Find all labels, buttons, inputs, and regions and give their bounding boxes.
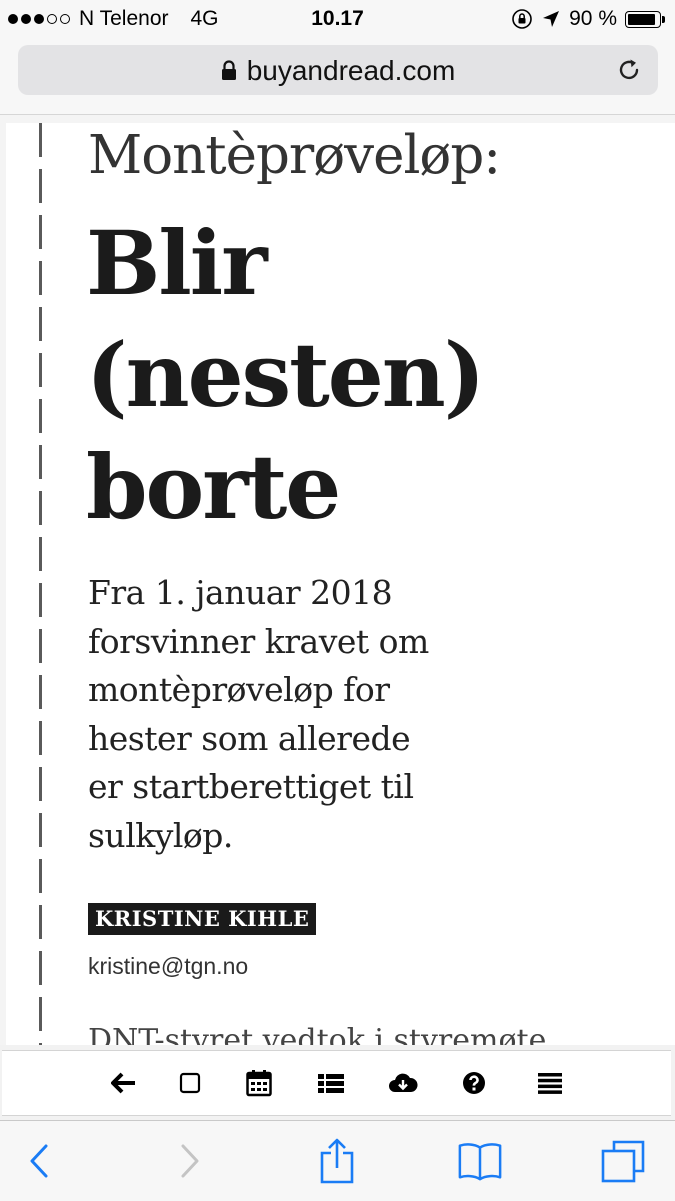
lead-line: Fra 1. januar 2018 [88,573,393,612]
lead-line: montèprøveløp for [88,670,390,709]
url-domain: buyandread.com [246,55,456,86]
headline-line: (nesten) [86,323,485,427]
dashed-column-rule [39,123,42,1045]
headline-line: borte [86,435,341,539]
browser-toolbar [0,1120,675,1201]
lead-line: forsvinner kravet om [88,621,429,661]
page-icon[interactable] [174,1067,206,1099]
author-byline: KRISTINE KIHLE [88,903,317,935]
share-icon[interactable] [314,1138,360,1184]
reader-toolbar [0,1045,675,1120]
lead-line: hester som allerede [88,718,411,758]
address-bar[interactable]: buyandread.com [18,45,658,95]
status-bar: N Telenor 4G 10.17 90 % [0,0,675,38]
headline-line: Blir [86,211,268,315]
menu-icon[interactable] [534,1067,566,1099]
status-right: 90 % [511,7,665,31]
article-lead: Fra 1. januar 2018 forsvinner kravet om … [88,569,429,860]
cloud-download-icon[interactable] [387,1067,419,1099]
reload-icon[interactable] [616,57,642,83]
tabs-icon[interactable] [600,1139,646,1183]
web-content: Montèprøveløp: Blir (nesten) borte Fra 1… [0,115,675,1045]
battery-percent: 90 % [569,7,617,30]
location-arrow-icon [543,11,560,27]
article-kicker: Montèprøveløp: [88,125,501,186]
article-page: Montèprøveløp: Blir (nesten) borte Fra 1… [6,123,675,1045]
back-icon[interactable] [16,1139,62,1183]
author-email[interactable]: kristine@tgn.no [88,953,248,980]
browser-address-area: buyandread.com [0,38,675,115]
forward-icon[interactable] [167,1139,213,1183]
bookmarks-icon[interactable] [457,1139,503,1183]
orientation-lock-icon [512,9,532,29]
lock-icon [221,60,236,80]
list-icon[interactable] [315,1067,347,1099]
calendar-icon[interactable] [243,1067,275,1099]
article-headline: Blir (nesten) borte [86,207,485,543]
help-icon[interactable] [458,1067,490,1099]
lead-line: er startberettiget til [88,767,414,806]
lead-line: sulkyløp. [88,815,233,855]
battery-icon [625,10,665,28]
back-arrow-icon[interactable] [108,1067,140,1099]
article-body-start: DNT-styret vedtok i styremøte [88,1023,547,1045]
